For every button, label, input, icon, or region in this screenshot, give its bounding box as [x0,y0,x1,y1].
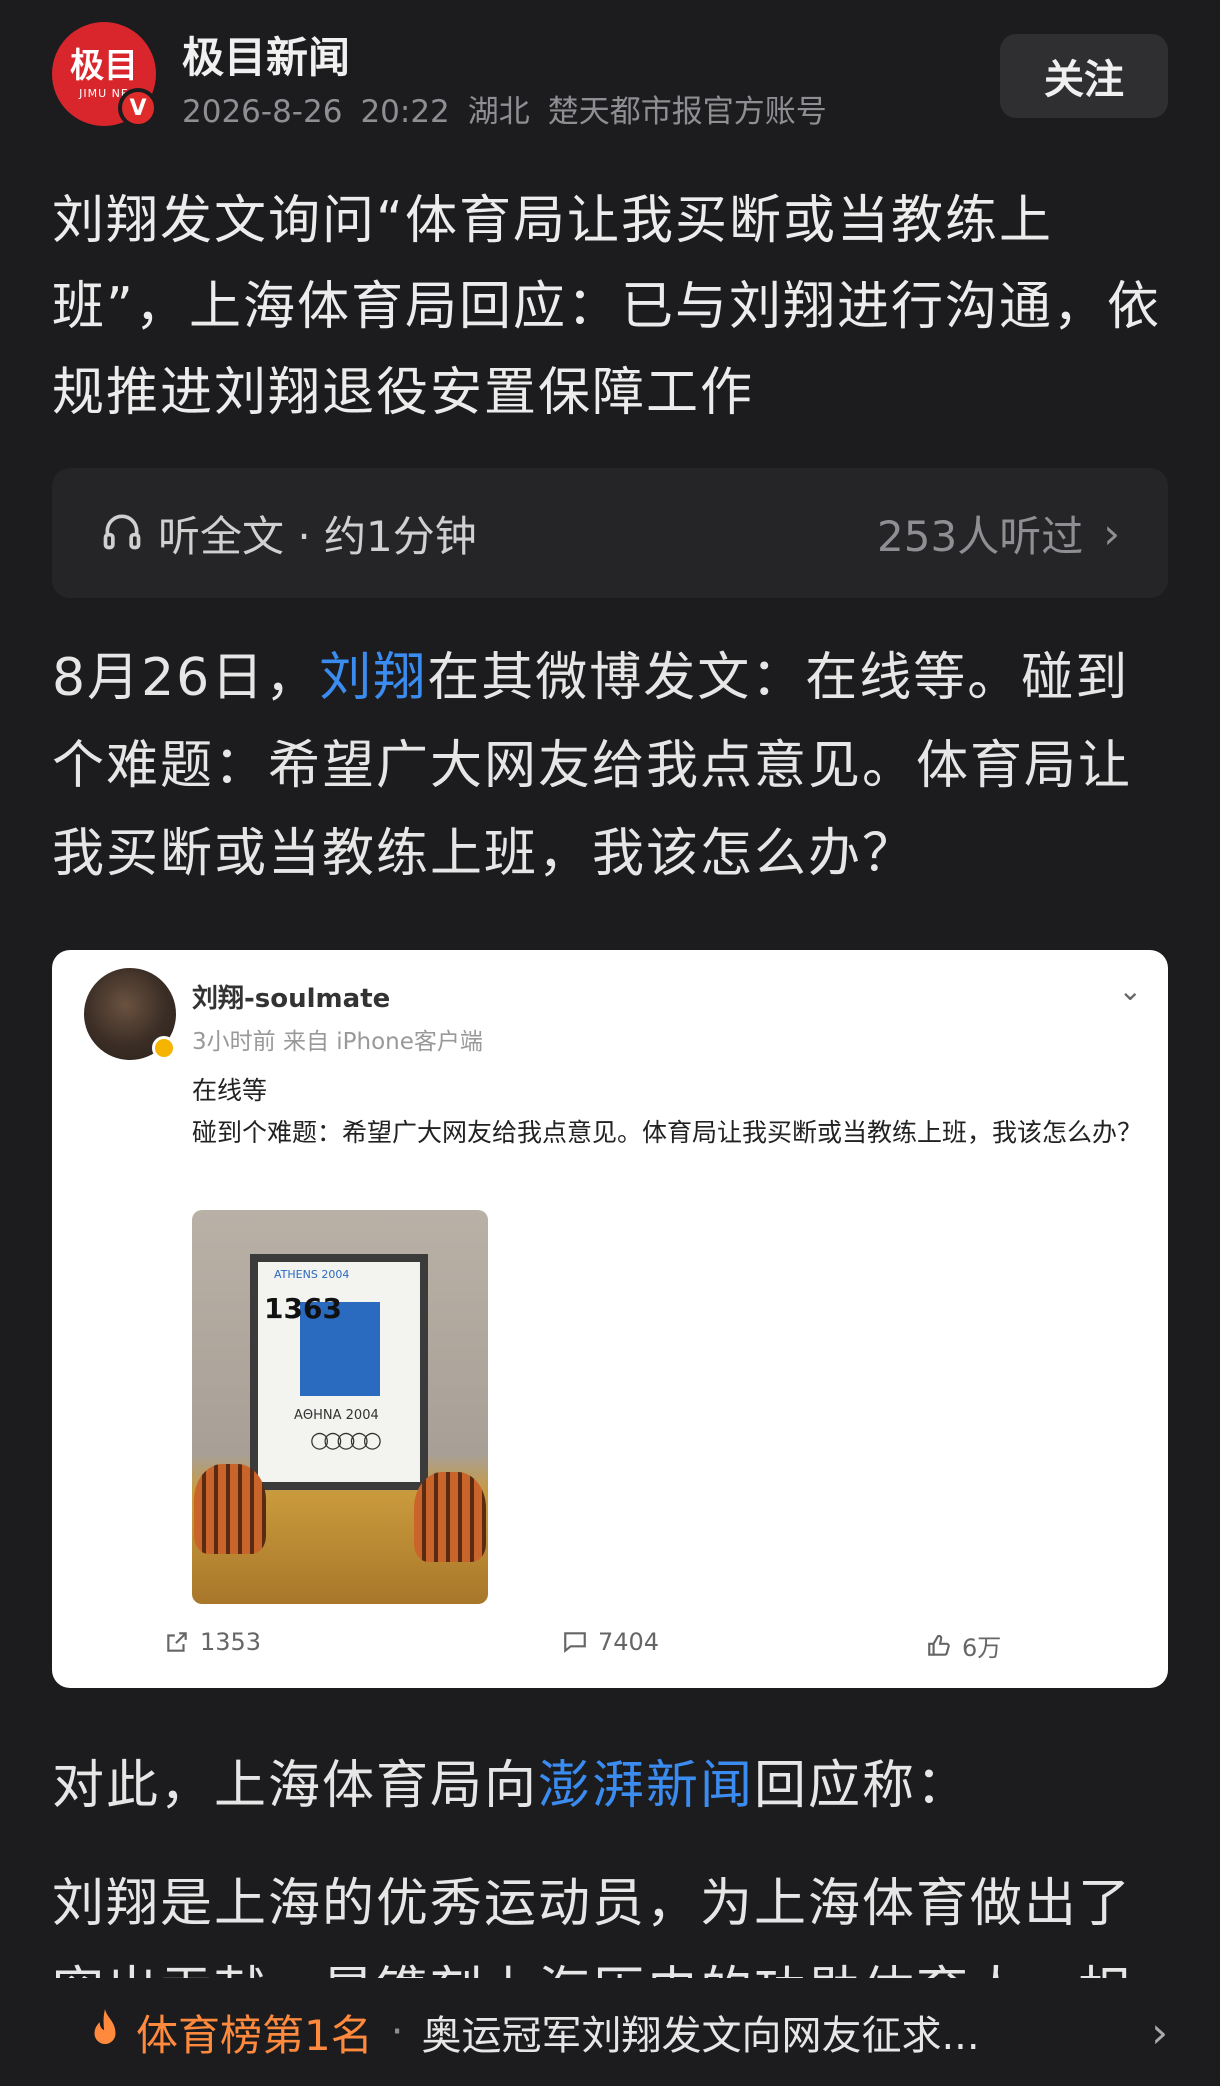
listen-full-text-bar[interactable]: 听全文 · 约1分钟 253人听过 › [52,468,1168,598]
weibo-share: 1353 [164,1628,261,1656]
weibo-photo: ATHENS 2004 1363 AΘHNA 2004 ○○○○○ [192,1210,488,1604]
weibo-stats: 1353 7404 6万 [52,1628,1168,1672]
rank-separator: · [390,2009,404,2055]
share-icon [167,1632,187,1652]
weibo-text-line1: 在线等 [192,1076,268,1105]
weibo-meta: 3小时前 来自 iPhone客户端 [192,1029,483,1055]
hot-rank-bar[interactable]: 体育榜第1名 · 奥运冠军刘翔发文向网友征求... › [0,1978,1220,2086]
headphones-icon [100,509,144,557]
photo-athens-label: ATHENS 2004 [274,1268,350,1281]
weibo-like: 6万 [926,1628,1001,1663]
photo-bib-number: 1363 [264,1292,342,1325]
photo-frame: ATHENS 2004 1363 AΘHNA 2004 ○○○○○ [250,1254,428,1490]
follow-button[interactable]: 关注 [1000,34,1168,118]
para2-suffix: 回应称： [754,1756,971,1816]
article-paragraph-3: 刘翔是上海的优秀运动员，为上海体育做出了突出贡献，是镌刻上海历史的功勋体育人。相 [52,1874,1133,1978]
share-count: 1353 [200,1628,262,1656]
source-name[interactable]: 极目新闻 [182,24,350,85]
chevron-right-icon: › [1103,508,1120,558]
tiger-toy-left [194,1464,266,1554]
olympic-rings-icon: ○○○○○ [310,1428,382,1453]
article-title: 刘翔发文询问“体育局让我买断或当教练上班”，上海体育局回应：已与刘翔进行沟通，依… [52,191,1161,423]
tiger-toy-right [414,1472,486,1562]
article-paragraph-2: 对此，上海体育局向澎湃新闻回应称： [52,1742,1172,1830]
publish-region: 湖北 [467,94,530,130]
article-paragraph-1: 8月26日，刘翔在其微博发文：在线等。碰到个难题：希望广大网友给我点意见。体育局… [52,634,1172,898]
comment-count: 7404 [598,1628,660,1656]
thumbs-up-icon [928,1634,950,1656]
account-desc: 楚天都市报官方账号 [547,94,827,130]
article-header: 极目 JIMU NE V 极目新闻 2026-8-26 20:22 湖北 楚天都市报官… [52,22,1168,132]
para2-prefix: 对此，上海体育局向 [52,1756,539,1816]
media-link-thepaper[interactable]: 澎湃新闻 [538,1756,754,1816]
listen-count: 253人听过 [877,511,1084,561]
weibo-text-line2: 碰到个难题：希望广大网友给我点意见。体育局让我买断或当教练上班，我该怎么办？ [192,1118,1143,1147]
person-link-liuxiang[interactable]: 刘翔 [319,648,427,708]
avatar-logo-text: 极目 [70,45,138,86]
verified-badge-icon: V [118,88,158,128]
chevron-right-icon: › [1151,2007,1168,2057]
like-count: 6万 [962,1634,1002,1662]
para1-prefix: 8月26日， [52,648,320,708]
listen-label: 听全文 · 约1分钟 [158,511,477,561]
hot-rank-label: 体育榜第1名 [136,2010,373,2060]
weibo-text: 在线等 碰到个难题：希望广大网友给我点意见。体育局让我买断或当教练上班，我该怎么… [192,1070,1142,1154]
hot-rank-headline: 奥运冠军刘翔发文向网友征求... [421,2013,980,2059]
chevron-down-icon: ⌄ [1118,974,1142,1007]
publish-date: 2026-8-26 [182,94,343,130]
fire-icon [84,2007,126,2057]
weibo-screenshot-card[interactable]: 刘翔-soulmate 3小时前 来自 iPhone客户端 ⌄ 在线等 碰到个难… [52,950,1168,1688]
comment-icon [564,1632,586,1653]
photo-athna-label: AΘHNA 2004 [294,1408,379,1423]
weibo-username: 刘翔-soulmate [192,984,391,1014]
publish-time: 20:22 [360,94,450,130]
weibo-comment: 7404 [562,1628,659,1656]
weibo-verified-icon [152,1036,176,1060]
article-meta: 2026-8-26 20:22 湖北 楚天都市报官方账号 [182,86,845,131]
